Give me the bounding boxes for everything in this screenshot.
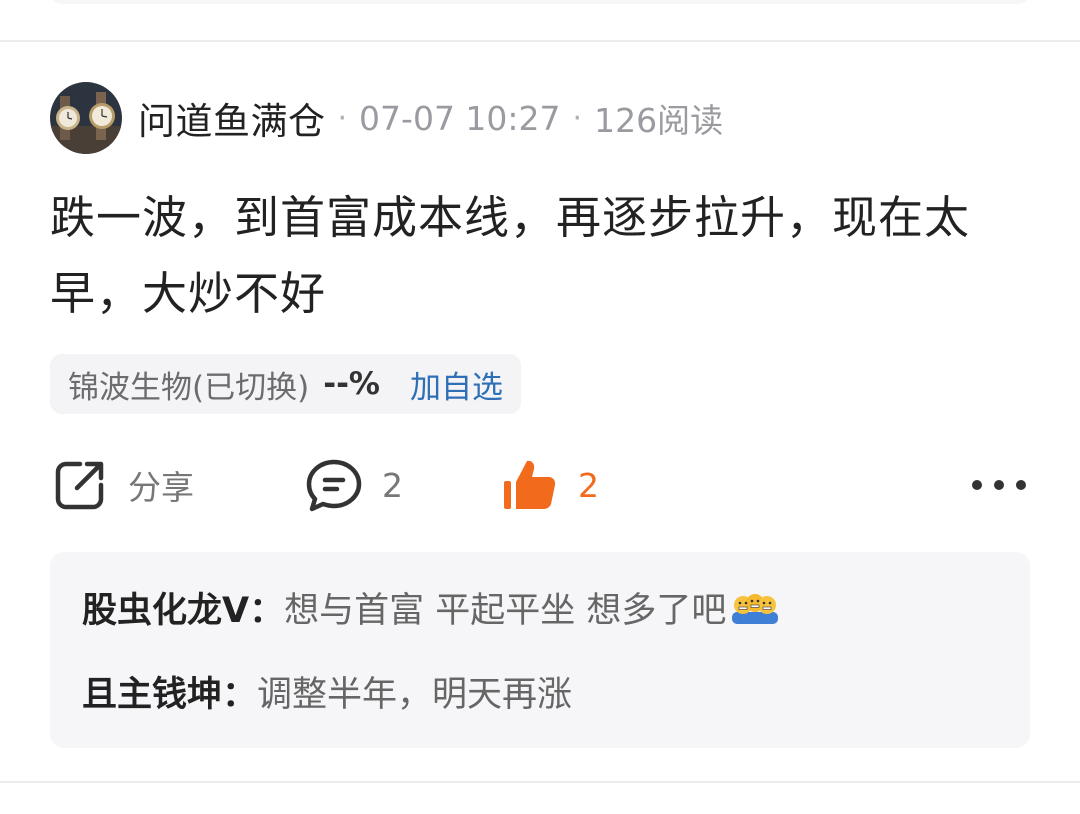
- post-date: 07-07 10:27: [359, 98, 561, 138]
- stock-change: --%: [323, 366, 380, 402]
- add-watchlist-button[interactable]: 加自选: [410, 362, 503, 407]
- avatar[interactable]: [50, 82, 122, 154]
- stock-name[interactable]: 锦波生物(已切换): [68, 362, 309, 407]
- meta-separator: ·: [572, 100, 583, 136]
- post-card[interactable]: 问道鱼满仓 · 07-07 10:27 · 126阅读 跌一波，到首富成本线，再…: [0, 42, 1080, 782]
- comment-icon: [306, 459, 362, 512]
- share-icon: [55, 461, 104, 510]
- stock-tag[interactable]: 锦波生物(已切换) --% 加自选: [50, 354, 521, 414]
- more-icon-dot: [972, 480, 982, 490]
- previous-card-edge: [50, 0, 1030, 4]
- thumbs-up-icon: [504, 460, 556, 509]
- post-content[interactable]: 跌一波，到首富成本线，再逐步拉升，现在太早，大炒不好: [50, 180, 1030, 332]
- author-name[interactable]: 问道鱼满仓: [138, 91, 326, 145]
- comment-item[interactable]: 股虫化龙V：想与首富 平起平坐 想多了吧: [82, 582, 780, 635]
- more-icon-dot: [1016, 480, 1026, 490]
- like-button[interactable]: 2: [500, 452, 599, 518]
- comment-button[interactable]: 2: [304, 452, 403, 518]
- like-count: 2: [578, 465, 599, 505]
- author-row: 问道鱼满仓 · 07-07 10:27 · 126阅读: [50, 82, 723, 154]
- grimace-emoji-icon: [730, 590, 780, 635]
- more-button[interactable]: [972, 470, 1026, 500]
- more-icon-dot: [994, 480, 1004, 490]
- share-button[interactable]: 分享: [50, 452, 194, 518]
- comments-preview[interactable]: 股虫化龙V：想与首富 平起平坐 想多了吧 且主钱坤：调整半年，明天再涨: [50, 552, 1030, 748]
- comment-user[interactable]: 且主钱坤: [82, 675, 222, 715]
- read-count: 126阅读: [594, 101, 724, 140]
- comment-user[interactable]: 股虫化龙V: [82, 591, 249, 631]
- comment-colon: ：: [249, 591, 285, 631]
- comment-item[interactable]: 且主钱坤：调整半年，明天再涨: [82, 666, 572, 717]
- meta-separator: ·: [337, 100, 348, 136]
- comment-count: 2: [382, 465, 403, 505]
- comment-text: 想与首富 平起平坐 想多了吧: [284, 591, 727, 631]
- comment-text: 调整半年，明天再涨: [257, 675, 573, 715]
- comment-colon: ：: [222, 675, 258, 715]
- action-bar: 分享 2 2: [50, 452, 1030, 518]
- divider-bottom: [0, 781, 1080, 783]
- share-label: 分享: [128, 468, 194, 507]
